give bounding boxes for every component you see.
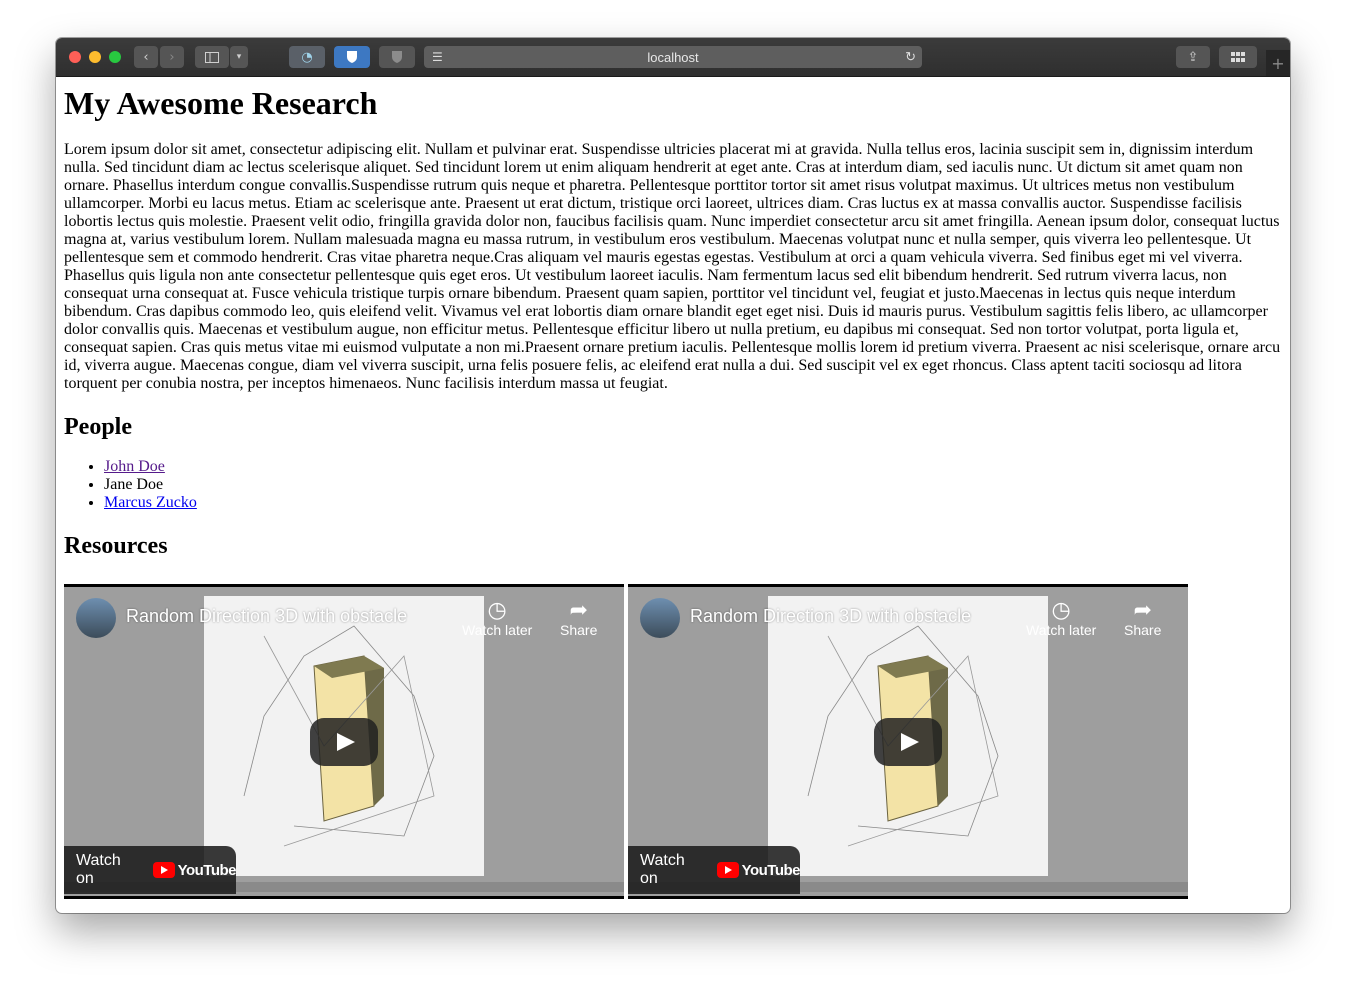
video-title[interactable]: Random Direction 3D with obstacle — [690, 606, 971, 627]
page-title: My Awesome Research — [64, 85, 378, 121]
close-window-button[interactable] — [69, 51, 81, 63]
youtube-logo-icon: YouTube — [152, 862, 237, 879]
channel-avatar[interactable] — [640, 598, 680, 638]
clock-icon: ◷ — [487, 597, 507, 622]
share-arrow-icon: ➦ — [569, 597, 588, 622]
sidebar-button[interactable] — [195, 46, 229, 68]
browser-toolbar: ‹ › ▾ ◔ ☰ localhost ↻ ⇪ + — [56, 38, 1290, 77]
person-link-marcus-zucko[interactable]: Marcus Zucko — [104, 494, 197, 511]
new-tab-icon: + — [1271, 53, 1285, 73]
share-icon: ⇪ — [1187, 49, 1199, 65]
share-label: Share — [1124, 622, 1162, 638]
watch-later-button[interactable]: ◷ Watch later — [462, 597, 533, 639]
youtube-logo-icon: YouTube — [716, 862, 801, 879]
zoom-window-button[interactable] — [109, 51, 121, 63]
list-item: Jane Doe — [104, 476, 1282, 494]
share-video-button[interactable]: ➦ Share — [560, 597, 598, 639]
play-button[interactable] — [874, 718, 942, 766]
share-label: Share — [560, 622, 598, 638]
video-embed[interactable]: Random Direction 3D with obstacle ◷ Watc… — [64, 584, 624, 899]
page-content: My Awesome Research Lorem ipsum dolor si… — [64, 76, 1282, 912]
forward-icon: › — [169, 49, 175, 65]
new-tab-button[interactable]: + — [1266, 50, 1290, 76]
browser-window: ‹ › ▾ ◔ ☰ localhost ↻ ⇪ + My Awesome Res… — [56, 38, 1290, 913]
video-title[interactable]: Random Direction 3D with obstacle — [126, 606, 407, 627]
privacy-shield-icon — [392, 51, 402, 63]
watch-later-button[interactable]: ◷ Watch later — [1026, 597, 1097, 639]
person-name-jane-doe: Jane Doe — [104, 476, 164, 494]
sidebar-menu-button[interactable]: ▾ — [230, 46, 248, 68]
play-button[interactable] — [310, 718, 378, 766]
address-text: localhost — [647, 49, 699, 65]
reader-icon[interactable]: ☰ — [432, 50, 443, 64]
forward-button[interactable]: › — [160, 46, 184, 68]
back-button[interactable]: ‹ — [134, 46, 158, 68]
address-bar[interactable]: ☰ localhost ↻ — [424, 46, 922, 68]
privacy-button[interactable] — [379, 46, 415, 68]
intro-paragraph: Lorem ipsum dolor sit amet, consectetur … — [64, 141, 1281, 393]
person-link-john-doe[interactable]: John Doe — [104, 458, 165, 475]
resources-heading: Resources — [64, 533, 168, 560]
ghost-extension-button[interactable]: ◔ — [289, 46, 325, 68]
clock-icon: ◷ — [1051, 597, 1071, 622]
video-embed[interactable]: Random Direction 3D with obstacle ◷ Watc… — [628, 584, 1188, 899]
minimize-window-button[interactable] — [89, 51, 101, 63]
channel-avatar[interactable] — [76, 598, 116, 638]
share-arrow-icon: ➦ — [1133, 597, 1152, 622]
reload-icon[interactable]: ↻ — [905, 49, 916, 65]
back-icon: ‹ — [143, 49, 149, 65]
watch-on-label: Watch on — [76, 852, 121, 887]
ghost-extension-icon: ◔ — [301, 49, 313, 65]
chevron-down-icon: ▾ — [236, 52, 242, 62]
watch-on-youtube-button[interactable]: Watch on YouTube — [64, 846, 237, 894]
people-list: John Doe Jane Doe Marcus Zucko — [64, 458, 1282, 512]
watch-on-youtube-button[interactable]: Watch on YouTube — [628, 846, 801, 894]
tab-overview-button[interactable] — [1219, 46, 1257, 68]
sidebar-icon — [205, 51, 219, 63]
share-button[interactable]: ⇪ — [1176, 46, 1210, 68]
list-item: Marcus Zucko — [104, 494, 1282, 512]
share-video-button[interactable]: ➦ Share — [1124, 597, 1162, 639]
list-item: John Doe — [104, 458, 1282, 476]
people-heading: People — [64, 414, 132, 441]
bitwarden-button[interactable] — [334, 46, 370, 68]
watch-on-label: Watch on — [640, 852, 685, 887]
bitwarden-shield-icon — [347, 51, 357, 63]
watch-later-label: Watch later — [1026, 622, 1097, 638]
watch-later-label: Watch later — [462, 622, 533, 638]
tab-overview-icon — [1231, 52, 1245, 62]
